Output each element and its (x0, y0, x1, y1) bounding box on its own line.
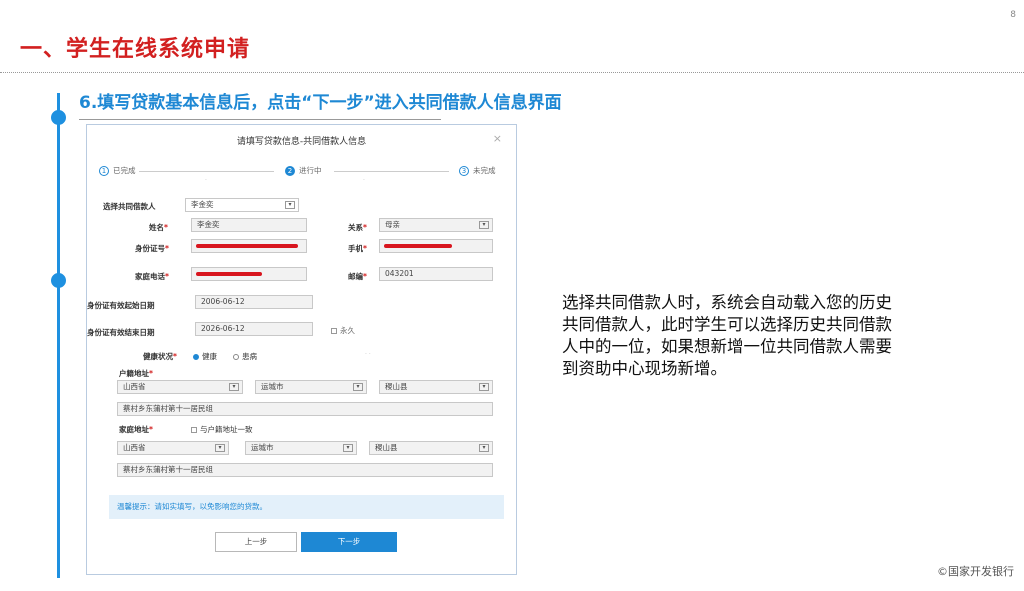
relation-label: 关系* (348, 223, 367, 232)
county-value: 稷山县 (385, 382, 408, 391)
copyright: ©国家开发银行 (937, 565, 1014, 578)
relation-select[interactable]: 母亲 ▾ (379, 218, 493, 232)
postcode-label: 邮编* (348, 272, 367, 281)
step-completed: 1 已完成 (99, 165, 136, 176)
province-value: 山西省 (123, 443, 146, 452)
page-number: 8 (1010, 10, 1016, 20)
timeline-dot (51, 273, 66, 288)
step-number: 3 (459, 165, 469, 176)
county-value: 稷山县 (375, 443, 398, 452)
subtitle-divider (79, 119, 441, 120)
phone-field[interactable] (379, 239, 493, 253)
health-option-sick[interactable]: 患病 (233, 351, 257, 362)
hukou-detail-field[interactable]: 蔡村乡东蒲村第十一居民组 (117, 402, 493, 416)
permanent-option[interactable]: 永久 (331, 325, 355, 336)
close-icon[interactable]: × (493, 132, 502, 145)
home-province-select[interactable]: 山西省 ▾ (117, 441, 229, 455)
id-number-field[interactable] (191, 239, 307, 253)
next-button[interactable]: 下一步 (301, 532, 397, 552)
select-coborrower-label: 选择共同借款人 (103, 202, 156, 211)
province-value: 山西省 (123, 382, 146, 391)
same-as-hukou-option[interactable]: 与户籍地址一致 (191, 424, 253, 435)
title-divider (0, 72, 1024, 73)
step-number: 1 (99, 165, 109, 176)
step-in-progress: 2 进行中 (285, 165, 322, 176)
chevron-down-icon: ▾ (479, 444, 489, 452)
coborrower-dialog: 请填写贷款信息-共同借款人信息 × 1 已完成 2 进行中 3 未完成 · · … (86, 124, 517, 575)
postcode-field[interactable]: 043201 (379, 267, 493, 281)
redaction-mark (196, 272, 262, 276)
id-start-label: 身份证有效起始日期 (87, 301, 155, 310)
hukou-city-select[interactable]: 运城市 ▾ (255, 380, 367, 394)
radio-healthy[interactable] (193, 354, 199, 360)
home-county-select[interactable]: 稷山县 ▾ (369, 441, 493, 455)
step-label: 未完成 (473, 166, 496, 175)
chevron-down-icon: ▾ (353, 383, 363, 391)
timeline-dot (51, 110, 66, 125)
chevron-down-icon: ▾ (229, 383, 239, 391)
health-option-healthy[interactable]: 健康 (193, 351, 217, 362)
home-detail-field[interactable]: 蔡村乡东蒲村第十一居民组 (117, 463, 493, 477)
step-connector (334, 171, 449, 172)
chevron-down-icon: ▾ (479, 383, 489, 391)
progress-steps: 1 已完成 2 进行中 3 未完成 (99, 165, 504, 179)
id-start-date-field[interactable]: 2006-06-12 (195, 295, 313, 309)
chevron-down-icon: ▾ (479, 221, 489, 229)
coborrower-select[interactable]: 李金奕 ▾ (185, 198, 299, 212)
chevron-down-icon: ▾ (343, 444, 353, 452)
step-connector (139, 171, 274, 172)
phone-label: 手机* (348, 244, 367, 253)
home-city-select[interactable]: 运城市 ▾ (245, 441, 357, 455)
chevron-down-icon: ▾ (285, 201, 295, 209)
id-end-date-field[interactable]: 2026-06-12 (195, 322, 313, 336)
health-label: 健康状况* (143, 352, 177, 361)
id-number-label: 身份证号* (135, 244, 169, 253)
prev-button[interactable]: 上一步 (215, 532, 297, 552)
home-address-label: 家庭地址* (119, 425, 153, 434)
redaction-mark (384, 244, 452, 248)
permanent-checkbox[interactable] (331, 328, 337, 334)
coborrower-select-value: 李金奕 (191, 200, 214, 209)
id-end-label: 身份证有效结束日期 (87, 328, 155, 337)
home-phone-field[interactable] (191, 267, 307, 281)
warm-tip: 温馨提示：请如实填写，以免影响您的贷款。 (109, 495, 504, 519)
relation-value: 母亲 (385, 220, 400, 229)
home-phone-label: 家庭电话* (135, 272, 169, 281)
step-pending: 3 未完成 (459, 165, 496, 176)
hukou-label: 户籍地址* (119, 369, 153, 378)
step-subtitle: 6.填写贷款基本信息后，点击“下一步”进入共同借款人信息界面 (79, 93, 562, 113)
redaction-mark (196, 244, 298, 248)
faint-mark: · (363, 177, 365, 184)
name-label: 姓名* (149, 223, 168, 232)
description-text: 选择共同借款人时，系统会自动载入您的历史共同借款人，此时学生可以选择历史共同借款… (562, 293, 892, 378)
hukou-county-select[interactable]: 稷山县 ▾ (379, 380, 493, 394)
dialog-title: 请填写贷款信息-共同借款人信息 (236, 137, 367, 147)
hukou-province-select[interactable]: 山西省 ▾ (117, 380, 243, 394)
step-label: 已完成 (113, 166, 136, 175)
step-number: 2 (285, 165, 295, 176)
faint-mark: · · (365, 351, 371, 358)
chevron-down-icon: ▾ (215, 444, 225, 452)
name-field[interactable]: 李金奕 (191, 218, 307, 232)
city-value: 运城市 (251, 443, 274, 452)
timeline-line (57, 93, 60, 578)
radio-sick[interactable] (233, 354, 239, 360)
step-label: 进行中 (299, 166, 322, 175)
faint-mark: · (205, 177, 207, 184)
same-as-hukou-checkbox[interactable] (191, 427, 197, 433)
main-title: 一、学生在线系统申请 (20, 37, 251, 62)
city-value: 运城市 (261, 382, 284, 391)
